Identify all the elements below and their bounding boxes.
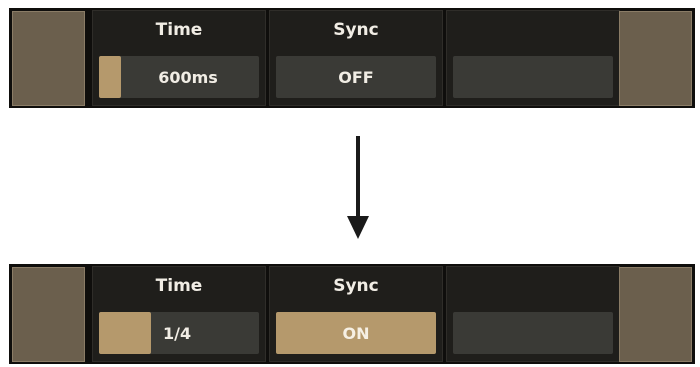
sync-label: Sync <box>333 20 379 40</box>
empty-field <box>453 312 613 354</box>
time-field[interactable]: 1/4 <box>99 312 259 354</box>
right-side-button[interactable] <box>619 267 692 362</box>
left-side-button[interactable] <box>12 267 85 362</box>
sync-panel[interactable]: Sync OFF <box>269 10 443 106</box>
arrow-down-icon <box>347 136 369 239</box>
time-panel[interactable]: Time 600ms <box>92 10 266 106</box>
parameter-strip-after: Time 1/4 Sync ON <box>9 264 695 364</box>
sync-value: OFF <box>338 67 374 87</box>
time-field[interactable]: 600ms <box>99 56 259 98</box>
sync-value: ON <box>342 323 370 343</box>
sync-panel[interactable]: Sync ON <box>269 266 443 362</box>
sync-label: Sync <box>333 276 379 296</box>
parameter-strip-before: Time 600ms Sync OFF <box>9 8 695 108</box>
sync-toggle[interactable]: OFF <box>276 56 436 98</box>
time-panel[interactable]: Time 1/4 <box>92 266 266 362</box>
time-label: Time <box>155 20 203 40</box>
empty-panel <box>446 266 620 362</box>
time-value: 600ms <box>158 67 218 87</box>
left-side-button[interactable] <box>12 11 85 106</box>
empty-panel <box>446 10 620 106</box>
empty-field <box>453 56 613 98</box>
time-value: 1/4 <box>163 323 192 343</box>
sync-toggle[interactable]: ON <box>276 312 436 354</box>
time-label: Time <box>155 276 203 296</box>
right-side-button[interactable] <box>619 11 692 106</box>
